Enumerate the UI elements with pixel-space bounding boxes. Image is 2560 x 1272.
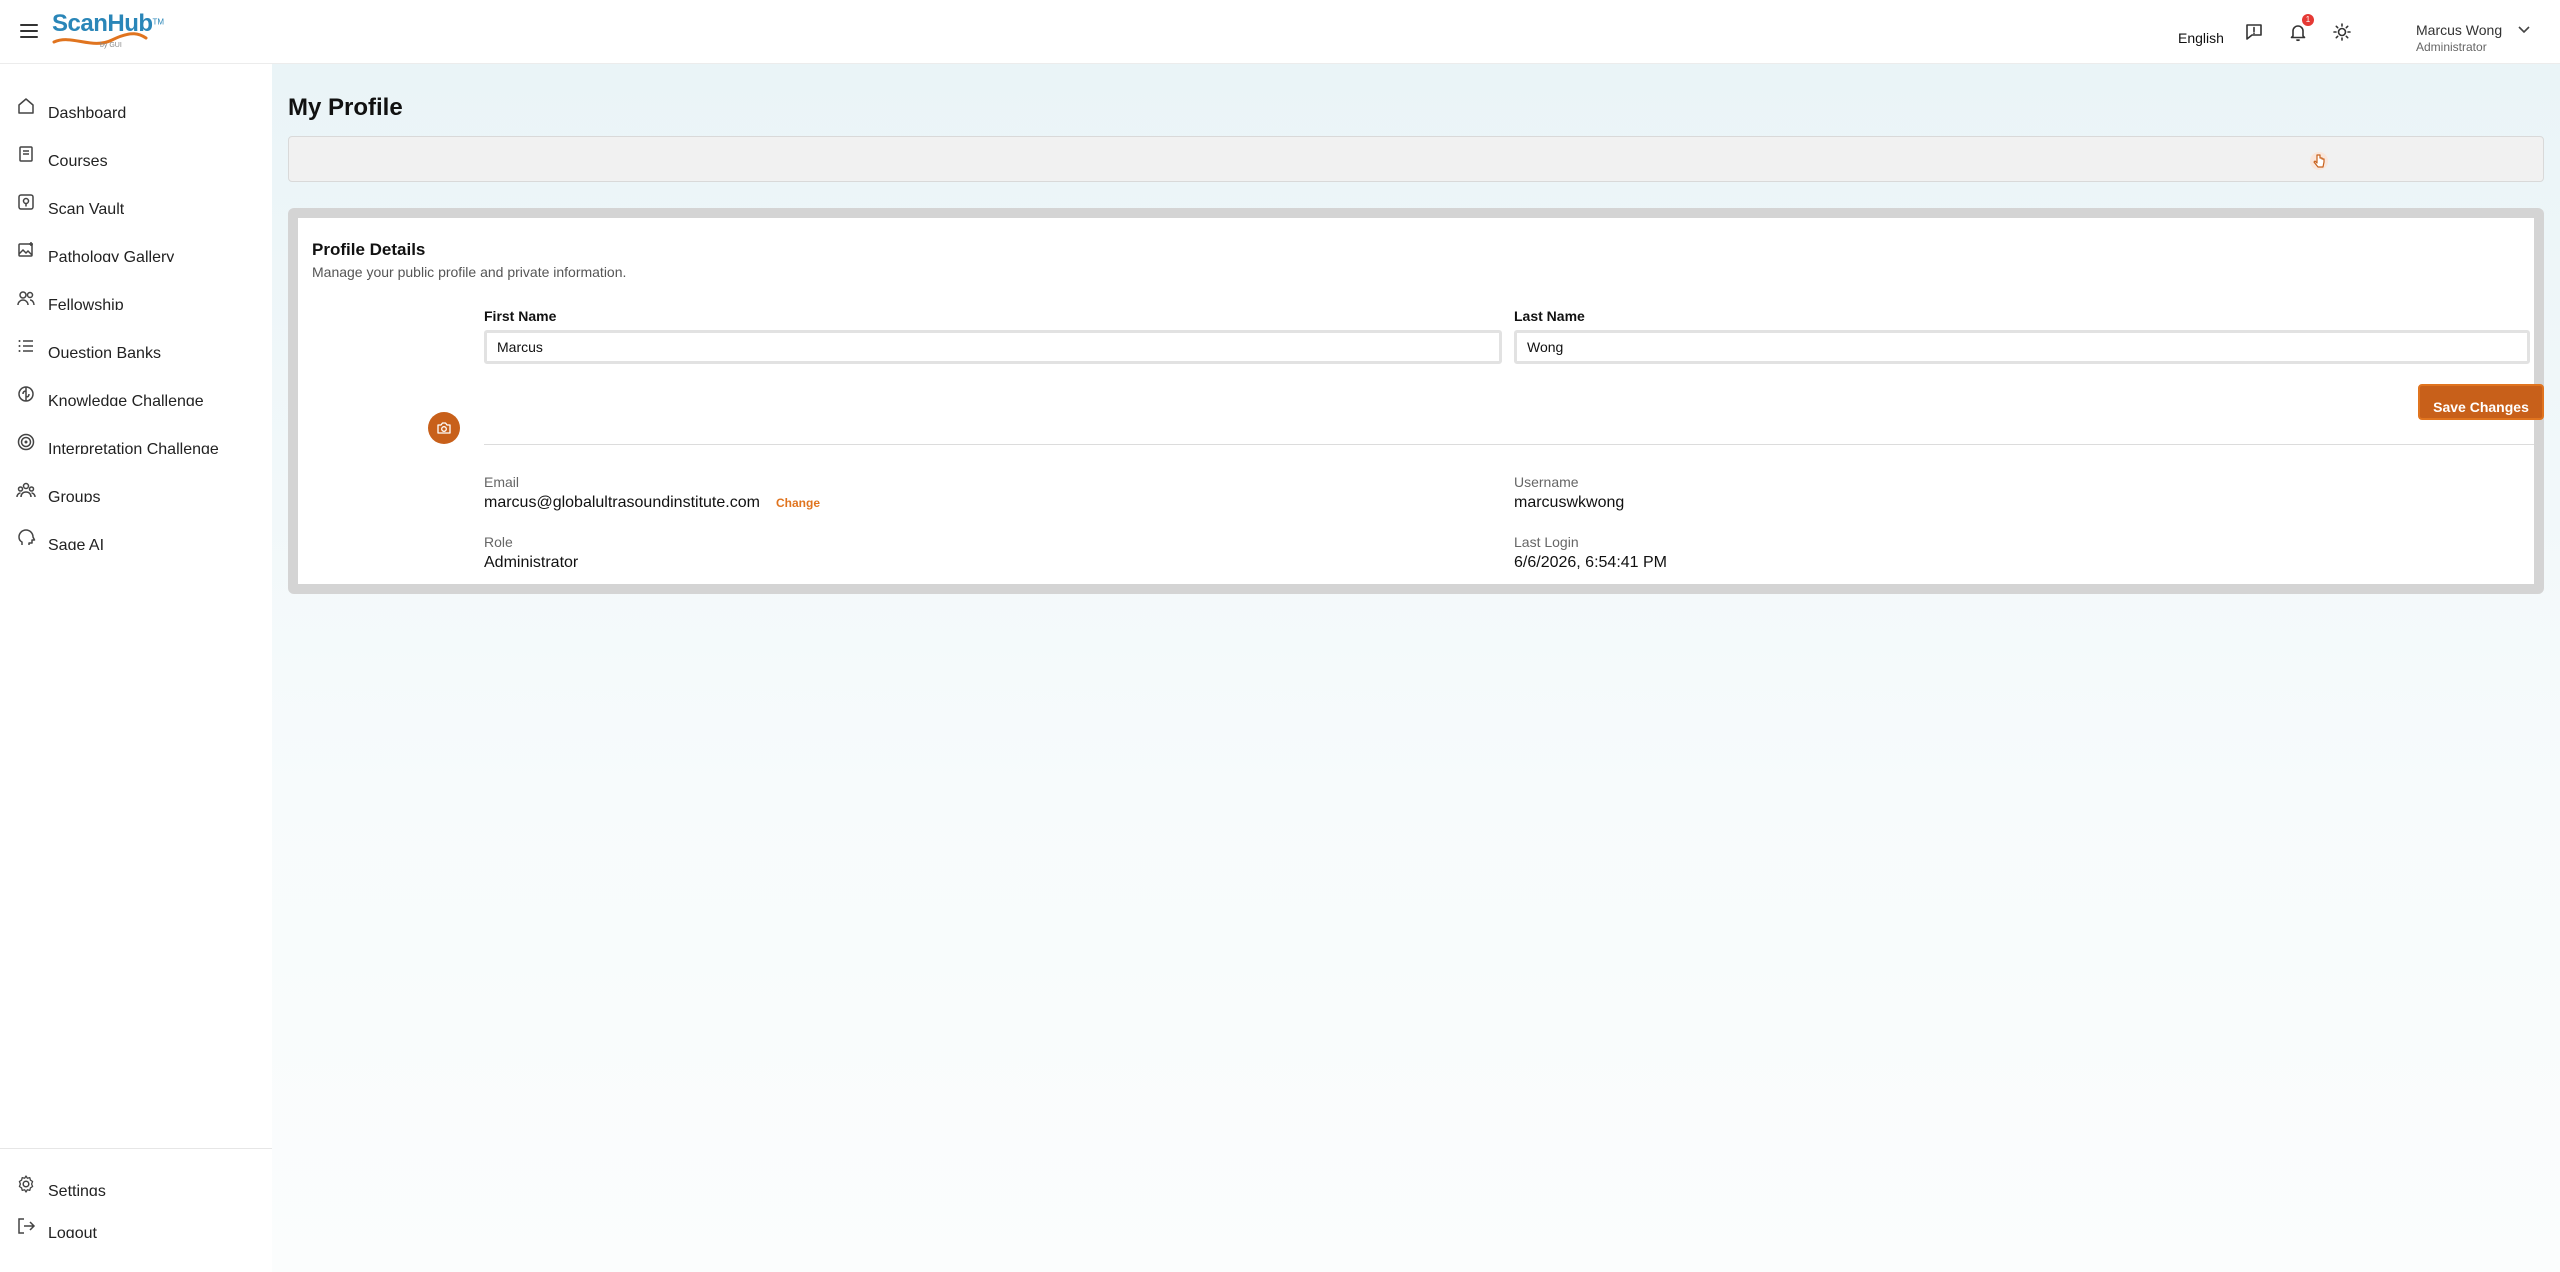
feedback-icon[interactable] bbox=[2244, 22, 2264, 42]
notification-badge: 1 bbox=[2302, 14, 2314, 26]
sidebar-item-dashboard[interactable]: Dashboard bbox=[0, 94, 272, 142]
sidebar-item-label: Knowledge Challenge bbox=[48, 393, 204, 406]
language-selector[interactable]: English bbox=[2178, 30, 2224, 46]
save-changes-button[interactable]: Save Changes bbox=[2418, 384, 2544, 420]
sidebar-item-label: Question Banks bbox=[48, 345, 161, 358]
username-value: marcuswkwong bbox=[1514, 494, 1625, 511]
user-role: Administrator bbox=[2416, 40, 2487, 54]
first-name-label: First Name bbox=[484, 308, 557, 324]
sidebar-item-question-banks[interactable]: Question Banks bbox=[0, 334, 272, 382]
menu-icon[interactable] bbox=[20, 24, 38, 38]
top-bar: ScanHubTM by GUI English 1 Marcus Wong A… bbox=[0, 0, 2560, 64]
sidebar: Dashboard Courses Scan Vault Pathology G… bbox=[0, 64, 272, 1272]
page-title: My Profile bbox=[288, 94, 403, 121]
sidebar-divider bbox=[0, 1148, 272, 1149]
logo-subtitle: by GUI bbox=[100, 42, 122, 49]
card-divider bbox=[484, 444, 2534, 445]
sidebar-item-label: Dashboard bbox=[48, 105, 127, 118]
gear-icon bbox=[18, 1175, 34, 1193]
profile-banner bbox=[288, 136, 2544, 182]
sidebar-item-sage-ai[interactable]: Sage AI bbox=[0, 526, 272, 574]
email-value: marcus@globalultrasoundinstitute.com bbox=[484, 494, 760, 511]
role-label: Role bbox=[484, 534, 513, 550]
sidebar-item-label: Scan Vault bbox=[48, 201, 125, 214]
last-name-input[interactable] bbox=[1514, 330, 2530, 364]
pointer-hand-icon bbox=[2310, 152, 2328, 170]
ai-head-icon bbox=[18, 529, 36, 545]
sidebar-item-label: Pathology Gallery bbox=[48, 249, 175, 262]
sidebar-item-label: Courses bbox=[48, 153, 108, 166]
upload-photo-button[interactable] bbox=[428, 412, 460, 444]
people-icon bbox=[17, 291, 35, 306]
card-title: Profile Details bbox=[312, 240, 426, 259]
sidebar-item-label: Interpretation Challenge bbox=[48, 441, 219, 454]
list-icon bbox=[18, 340, 33, 352]
sidebar-item-label: Settings bbox=[48, 1183, 106, 1196]
sidebar-item-interpretation-challenge[interactable]: Interpretation Challenge bbox=[0, 430, 272, 478]
scanhub-logo[interactable]: ScanHubTM by GUI bbox=[52, 10, 165, 52]
sidebar-item-label: Sage AI bbox=[48, 537, 105, 550]
card-subtitle: Manage your public profile and private i… bbox=[312, 264, 627, 280]
gallery-icon bbox=[18, 242, 33, 257]
change-email-link[interactable]: Change bbox=[776, 496, 820, 510]
sidebar-item-label: Logout bbox=[48, 1225, 97, 1238]
last-login-value: 6/6/2026, 6:54:41 PM bbox=[1514, 554, 1667, 571]
vault-icon bbox=[18, 194, 34, 210]
book-icon bbox=[19, 146, 33, 162]
home-icon bbox=[18, 98, 34, 114]
chevron-down-icon[interactable] bbox=[2518, 26, 2530, 34]
sidebar-item-logout[interactable]: Logout bbox=[0, 1214, 272, 1262]
target-icon bbox=[17, 433, 35, 451]
sidebar-item-courses[interactable]: Courses bbox=[0, 142, 272, 190]
main-content: My Profile Profile Details Manage your p… bbox=[272, 64, 2560, 1272]
profile-details-card: Profile Details Manage your public profi… bbox=[298, 218, 2544, 584]
sidebar-item-scan-vault[interactable]: Scan Vault bbox=[0, 190, 272, 238]
sidebar-item-fellowship[interactable]: Fellowship bbox=[0, 286, 272, 334]
sidebar-item-label: Fellowship bbox=[48, 297, 124, 310]
last-login-label: Last Login bbox=[1514, 534, 1579, 550]
email-label: Email bbox=[484, 474, 520, 490]
profile-card-frame: Profile Details Manage your public profi… bbox=[288, 208, 2544, 594]
role-value: Administrator bbox=[484, 554, 579, 571]
sidebar-item-settings[interactable]: Settings bbox=[0, 1172, 272, 1220]
sidebar-item-pathology-gallery[interactable]: Pathology Gallery bbox=[0, 238, 272, 286]
camera-icon bbox=[437, 422, 451, 434]
sidebar-item-label: Groups bbox=[48, 489, 101, 502]
group-icon bbox=[16, 482, 36, 498]
sidebar-item-groups[interactable]: Groups bbox=[0, 478, 272, 526]
username-label: Username bbox=[1514, 474, 1579, 490]
logo-tm: TM bbox=[152, 17, 165, 27]
sidebar-item-knowledge-challenge[interactable]: Knowledge Challenge bbox=[0, 382, 272, 430]
first-name-input[interactable] bbox=[484, 330, 1502, 364]
logout-icon bbox=[18, 1218, 36, 1234]
last-name-label: Last Name bbox=[1514, 308, 1585, 324]
brain-icon bbox=[18, 386, 34, 402]
theme-toggle-icon[interactable] bbox=[2332, 22, 2352, 42]
